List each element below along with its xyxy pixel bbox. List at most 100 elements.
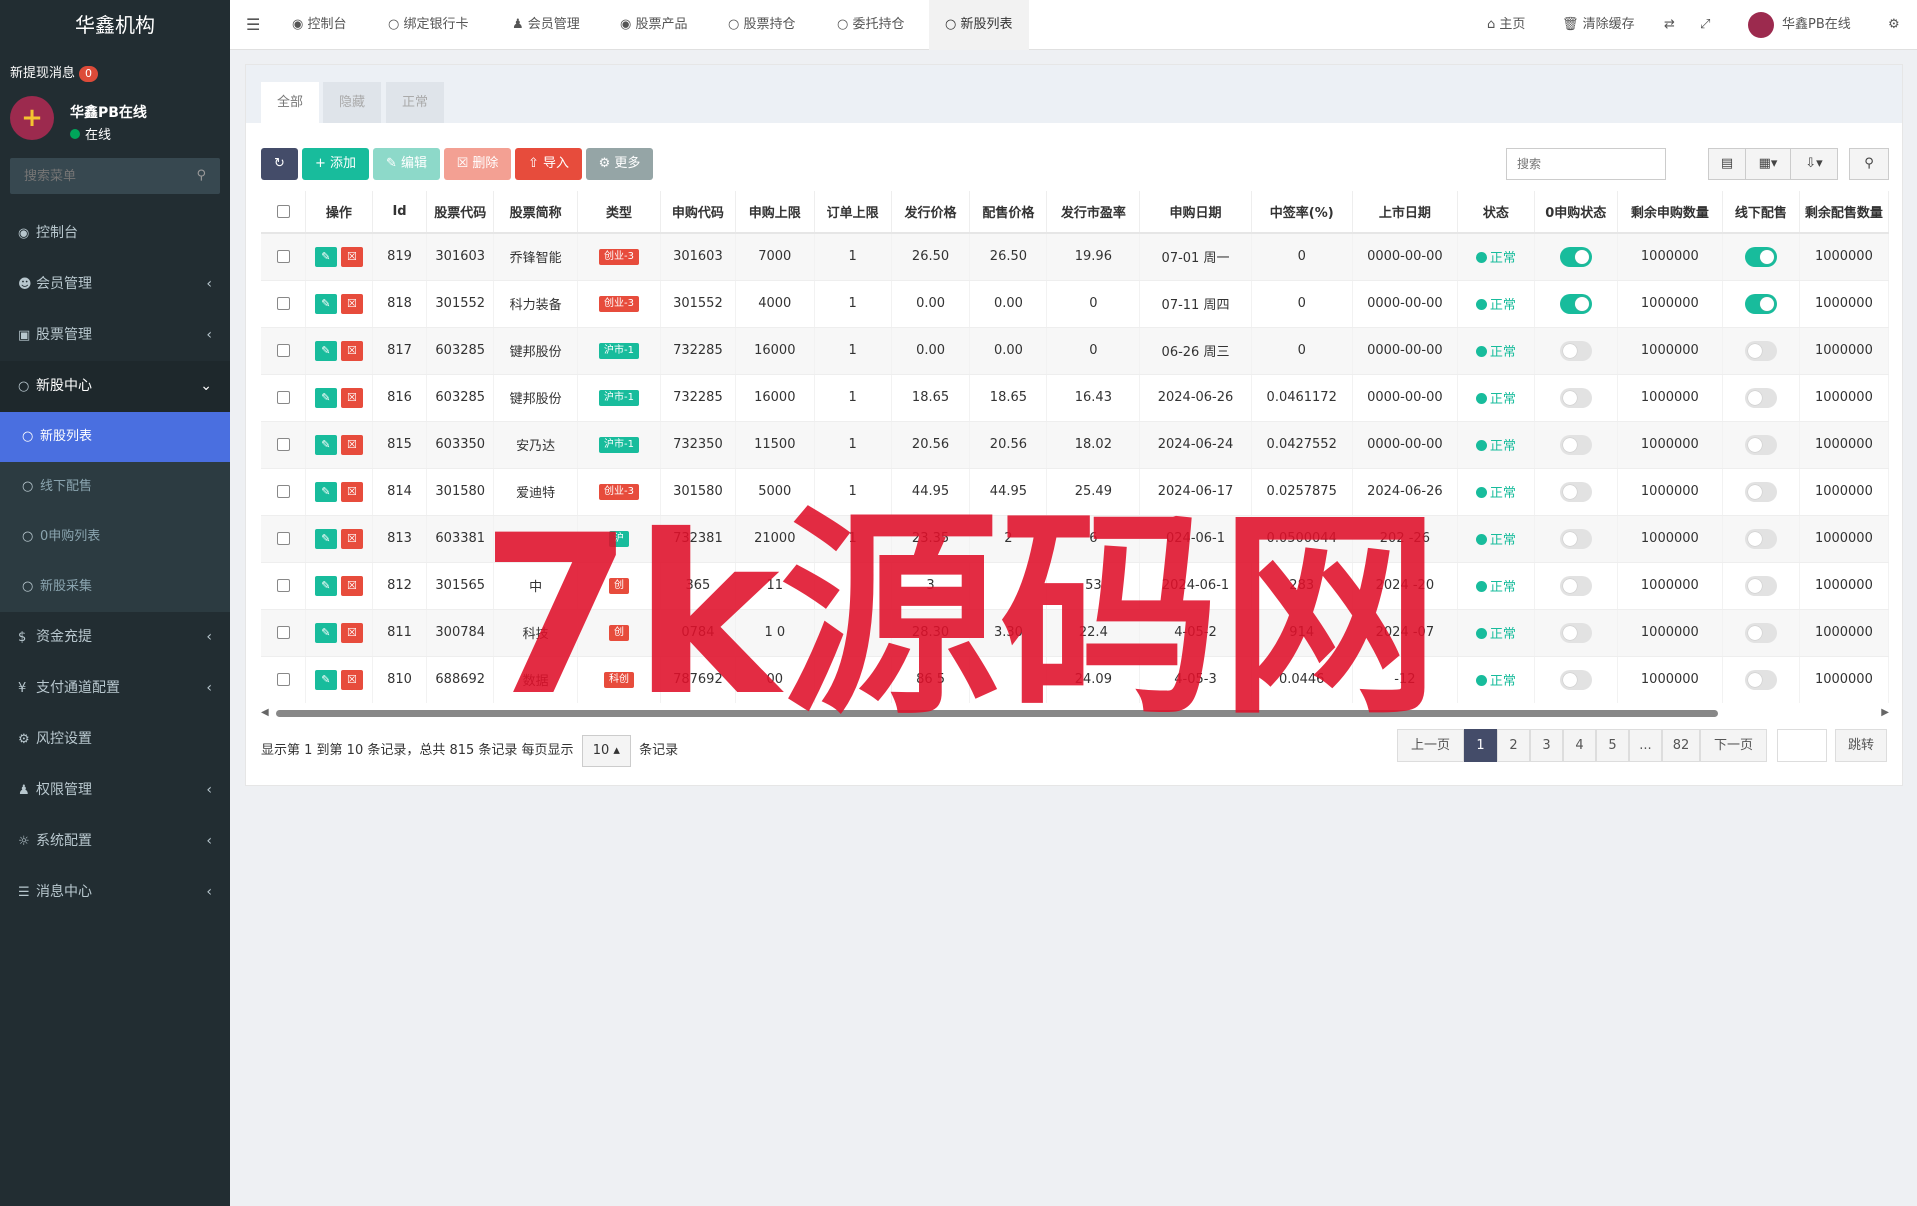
sidebar-item-members[interactable]: ☻ 会员管理 ‹ xyxy=(0,259,230,310)
clear-cache-button[interactable]: 🗑 清除缓存 xyxy=(1562,0,1635,50)
edit-row-button[interactable]: ✎ xyxy=(314,622,337,643)
col-header[interactable]: 线下配售 xyxy=(1722,191,1800,234)
row-checkbox[interactable] xyxy=(276,344,290,357)
sidebar-item-zero-subscription[interactable]: ○ 0申购列表 xyxy=(0,512,230,562)
sidebar-item-system[interactable]: ☼ 系统配置 ‹ xyxy=(0,816,230,867)
sidebar-item-dashboard[interactable]: ◉ 控制台 xyxy=(0,208,230,259)
delete-row-button[interactable]: ☒ xyxy=(340,387,363,408)
row-checkbox[interactable] xyxy=(276,626,290,639)
row-checkbox[interactable] xyxy=(276,297,290,310)
add-button[interactable]: + 添加 xyxy=(302,148,369,180)
page-button[interactable]: 2 xyxy=(1497,729,1530,762)
refresh-button[interactable]: ↻ xyxy=(261,148,298,180)
edit-row-button[interactable]: ✎ xyxy=(314,293,337,314)
zero-sub-toggle[interactable] xyxy=(1559,434,1592,455)
sidebar-item-offline-placement[interactable]: ○ 线下配售 xyxy=(0,462,230,512)
edit-row-button[interactable]: ✎ xyxy=(314,246,337,267)
table-row[interactable]: ✎ ☒ 810 688692 数据 科创 787692 00 86 5 24.09 4-05-3 0.… xyxy=(261,656,1889,703)
row-checkbox[interactable] xyxy=(276,250,290,264)
col-header[interactable]: 股票简称 xyxy=(493,191,579,234)
zero-sub-toggle[interactable] xyxy=(1559,528,1592,549)
col-header[interactable]: 配售价格 xyxy=(969,191,1048,234)
page-button[interactable]: 4 xyxy=(1563,729,1596,762)
page-size-select[interactable]: 10 ▴ xyxy=(581,735,631,767)
jump-page-input[interactable] xyxy=(1777,729,1827,762)
row-checkbox[interactable] xyxy=(276,485,290,498)
row-checkbox[interactable] xyxy=(276,438,290,451)
col-header[interactable]: 上市日期 xyxy=(1352,191,1458,234)
more-button[interactable]: ⚙ 更多 xyxy=(586,148,653,180)
table-row[interactable]: ✎ ☒ 818 301552 科力装备 创业-3 301552 4000 1 0.00 0.00 0 0… xyxy=(261,280,1889,328)
zero-sub-toggle[interactable] xyxy=(1559,669,1592,690)
page-button[interactable]: 1 xyxy=(1464,729,1497,762)
offline-placement-toggle[interactable] xyxy=(1744,622,1777,643)
col-header[interactable]: 申购上限 xyxy=(735,191,815,234)
zero-sub-toggle[interactable] xyxy=(1559,622,1592,643)
col-header[interactable]: 剩余申购数量 xyxy=(1617,191,1723,234)
next-page-button[interactable]: 下一页 xyxy=(1700,729,1767,762)
search-icon[interactable]: ⚲ xyxy=(196,168,206,183)
col-header[interactable]: 中签率(%) xyxy=(1251,191,1353,234)
table-row[interactable]: ✎ ☒ 814 301580 爱迪特 创业-3 301580 5000 1 44.95 44.95 2… xyxy=(261,468,1889,516)
col-header[interactable]: 状态 xyxy=(1457,191,1535,234)
table-row[interactable]: ✎ ☒ 819 301603 乔锋智能 创业-3 301603 7000 1 26.50 26.50… xyxy=(261,233,1889,281)
jump-button[interactable]: 跳转 xyxy=(1835,729,1887,762)
select-all-checkbox[interactable] xyxy=(276,205,290,218)
export-icon[interactable]: ⇩▾ xyxy=(1790,148,1838,180)
delete-row-button[interactable]: ☒ xyxy=(340,434,363,455)
offline-placement-toggle[interactable] xyxy=(1744,246,1777,267)
col-header[interactable]: 发行市盈率 xyxy=(1046,191,1141,234)
edit-row-button[interactable]: ✎ xyxy=(314,575,337,596)
menu-search-input[interactable] xyxy=(10,158,220,194)
tab-entrust-positions[interactable]: ○ 委托持仓 xyxy=(837,0,905,50)
scroll-left-icon[interactable]: ◀ xyxy=(261,707,269,718)
columns-grid-icon[interactable]: ▦▾ xyxy=(1745,148,1791,180)
edit-row-button[interactable]: ✎ xyxy=(314,434,337,455)
delete-row-button[interactable]: ☒ xyxy=(340,528,363,549)
col-header[interactable]: 类型 xyxy=(577,191,661,234)
col-header[interactable]: 申购日期 xyxy=(1139,191,1252,234)
table-row[interactable]: ✎ ☒ 811 300784 科技创 0784 1 0 28.30 3.30 22.4 4-05-2… xyxy=(261,609,1889,657)
sidebar-item-stocks[interactable]: ▣ 股票管理 ‹ xyxy=(0,310,230,361)
offline-placement-toggle[interactable] xyxy=(1744,434,1777,455)
col-header[interactable]: 股票代码 xyxy=(426,191,495,234)
edit-row-button[interactable]: ✎ xyxy=(314,669,337,690)
import-button[interactable]: ⇧ 导入 xyxy=(515,148,582,180)
sidebar-item-risk[interactable]: ⚙ 风控设置 xyxy=(0,714,230,765)
page-button[interactable]: 3 xyxy=(1530,729,1563,762)
page-button[interactable]: 5 xyxy=(1596,729,1629,762)
zero-sub-toggle[interactable] xyxy=(1559,246,1592,267)
offline-placement-toggle[interactable] xyxy=(1744,575,1777,596)
offline-placement-toggle[interactable] xyxy=(1744,669,1777,690)
horizontal-scrollbar[interactable]: ◀ ▶ xyxy=(261,707,1889,719)
zero-sub-toggle[interactable] xyxy=(1559,293,1592,314)
home-link[interactable]: ⌂ 主页 xyxy=(1487,0,1525,50)
delete-row-button[interactable]: ☒ xyxy=(340,575,363,596)
sidebar-item-ipo-center[interactable]: ○ 新股中心 ⌄ xyxy=(0,361,230,412)
zero-sub-toggle[interactable] xyxy=(1559,340,1592,361)
row-checkbox[interactable] xyxy=(276,673,290,686)
scrollbar-thumb[interactable] xyxy=(276,710,1718,717)
delete-row-button[interactable]: ☒ xyxy=(340,669,363,690)
offline-placement-toggle[interactable] xyxy=(1744,340,1777,361)
tab-members[interactable]: ♟ 会员管理 xyxy=(512,0,580,50)
row-checkbox[interactable] xyxy=(276,579,290,592)
delete-row-button[interactable]: ☒ xyxy=(340,293,363,314)
offline-placement-toggle[interactable] xyxy=(1744,528,1777,549)
top-user-menu[interactable]: 华鑫PB在线 xyxy=(1748,0,1851,50)
col-header[interactable]: 剩余配售数量 xyxy=(1799,191,1889,234)
table-row[interactable]: ✎ ☒ 815 603350 安乃达 沪市-1 732350 11500 1 20.56 20.56… xyxy=(261,421,1889,469)
delete-button[interactable]: ☒ 删除 xyxy=(444,148,511,180)
filter-tab-normal[interactable]: 正常 xyxy=(386,82,445,123)
row-checkbox[interactable] xyxy=(276,391,290,404)
sidebar-item-payment[interactable]: ¥ 支付通道配置 ‹ xyxy=(0,663,230,714)
app-logo-title[interactable]: 华鑫机构 xyxy=(0,0,230,50)
zero-sub-toggle[interactable] xyxy=(1559,387,1592,408)
sidebar-item-ipo-collect[interactable]: ○ 新股采集 xyxy=(0,562,230,612)
sidebar-item-ipo-list[interactable]: ○ 新股列表 xyxy=(0,412,230,462)
fullscreen-icon[interactable]: ⤢ xyxy=(1700,0,1710,50)
delete-row-button[interactable]: ☒ xyxy=(340,340,363,361)
tab-stock-products[interactable]: ◉ 股票产品 xyxy=(620,0,688,50)
filter-tab-all[interactable]: 全部 xyxy=(261,82,320,123)
settings-cog-icon[interactable]: ⚙ xyxy=(1888,0,1900,50)
